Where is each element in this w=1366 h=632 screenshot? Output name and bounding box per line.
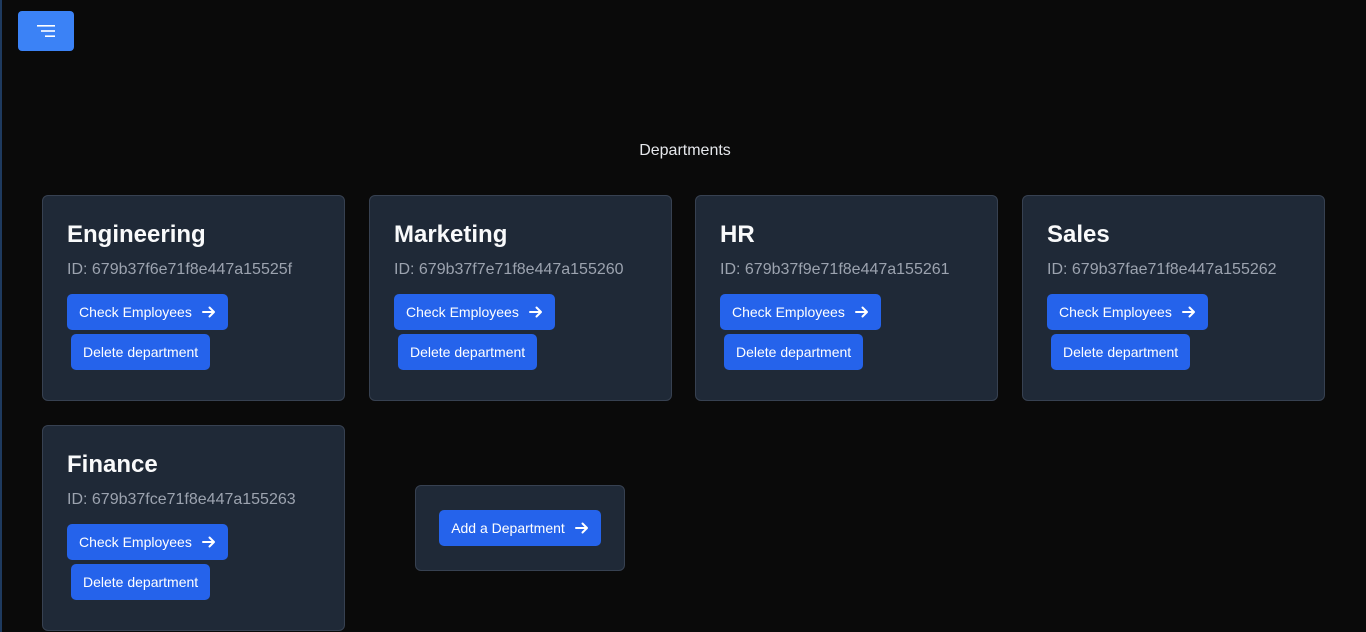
department-id: ID: 679b37fce71f8e447a155263 — [67, 491, 296, 508]
department-name: Engineering — [67, 221, 206, 248]
check-employees-label: Check Employees — [79, 304, 192, 320]
department-id: ID: 679b37f6e71f8e447a15525f — [67, 261, 293, 278]
arrow-right-icon — [1181, 306, 1196, 318]
check-employees-label: Check Employees — [406, 304, 519, 320]
menu-button[interactable] — [18, 11, 74, 51]
check-employees-label: Check Employees — [1059, 304, 1172, 320]
department-card-hr: HR ID: 679b37f9e71f8e447a155261 Check Em… — [695, 195, 998, 401]
department-name: Finance — [67, 451, 158, 478]
department-card-finance: Finance ID: 679b37fce71f8e447a155263 Che… — [42, 425, 345, 631]
add-department-label: Add a Department — [451, 520, 565, 536]
department-name: HR — [720, 221, 755, 248]
delete-department-button[interactable]: Delete department — [71, 334, 211, 370]
department-name: Marketing — [394, 221, 508, 248]
department-card-marketing: Marketing ID: 679b37f7e71f8e447a155260 C… — [369, 195, 672, 401]
arrow-right-icon — [201, 536, 216, 548]
arrow-right-icon — [574, 522, 589, 534]
check-employees-button[interactable]: Check Employees — [720, 294, 881, 330]
check-employees-button[interactable]: Check Employees — [1047, 294, 1208, 330]
delete-department-button[interactable]: Delete department — [724, 334, 864, 370]
arrow-right-icon — [854, 306, 869, 318]
arrow-right-icon — [201, 306, 216, 318]
department-id: ID: 679b37fae71f8e447a155262 — [1047, 261, 1277, 278]
arrow-right-icon — [528, 306, 543, 318]
department-name: Sales — [1047, 221, 1110, 248]
check-employees-button[interactable]: Check Employees — [67, 294, 228, 330]
delete-department-button[interactable]: Delete department — [398, 334, 538, 370]
delete-department-button[interactable]: Delete department — [1051, 334, 1191, 370]
check-employees-label: Check Employees — [79, 534, 192, 550]
department-id: ID: 679b37f9e71f8e447a155261 — [720, 261, 950, 278]
page-title: Departments — [639, 142, 731, 159]
menu-icon — [37, 25, 55, 37]
check-employees-button[interactable]: Check Employees — [394, 294, 555, 330]
department-id: ID: 679b37f7e71f8e447a155260 — [394, 261, 624, 278]
add-department-card: Add a Department — [415, 485, 625, 571]
check-employees-label: Check Employees — [732, 304, 845, 320]
add-department-button[interactable]: Add a Department — [439, 510, 601, 546]
check-employees-button[interactable]: Check Employees — [67, 524, 228, 560]
delete-department-button[interactable]: Delete department — [71, 564, 211, 600]
department-card-sales: Sales ID: 679b37fae71f8e447a155262 Check… — [1022, 195, 1325, 401]
department-card-engineering: Engineering ID: 679b37f6e71f8e447a15525f… — [42, 195, 345, 401]
